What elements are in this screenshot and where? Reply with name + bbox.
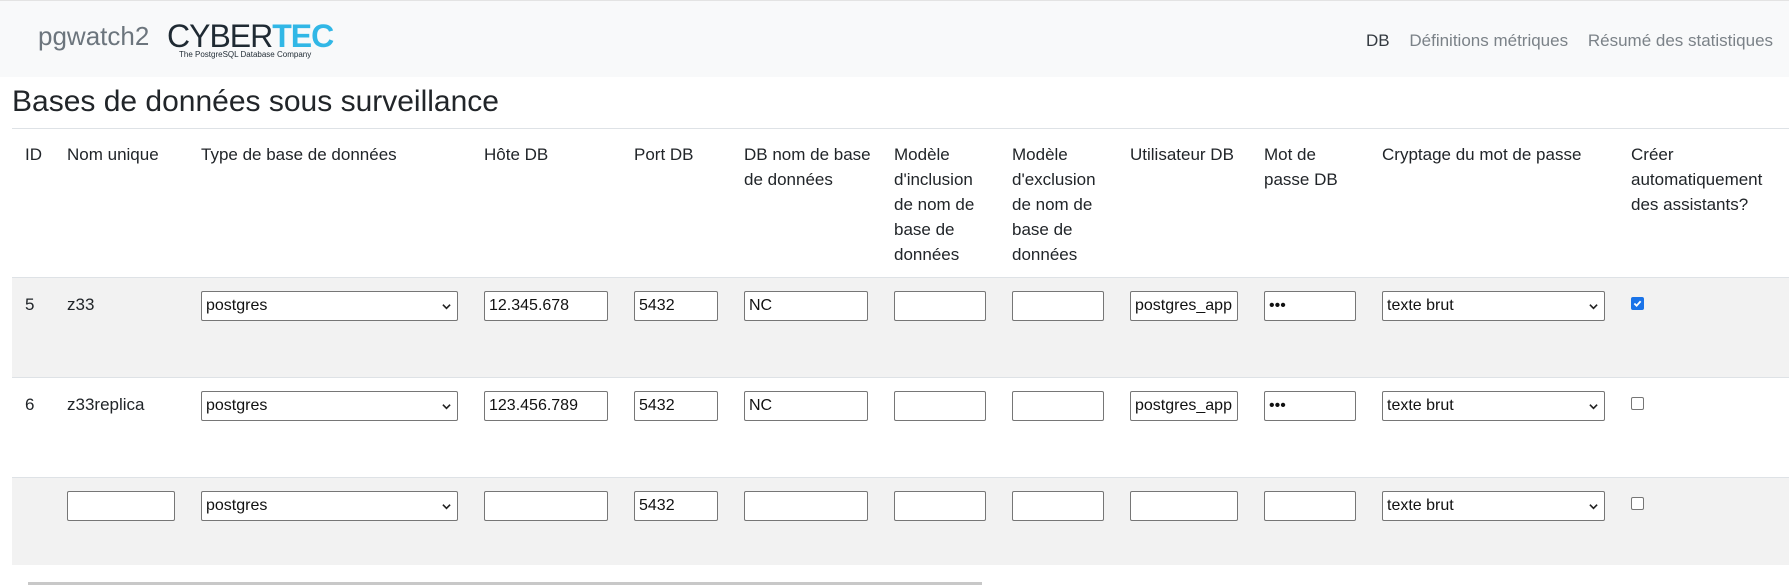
exclude-pattern-input[interactable] <box>1012 391 1104 421</box>
exclude-pattern-input[interactable] <box>1012 291 1104 321</box>
port-input[interactable]: 5432 <box>634 391 718 421</box>
encryption-select[interactable]: texte brut <box>1382 291 1605 321</box>
page-title: Bases de données sous surveillance <box>12 85 499 118</box>
new-autocreate-checkbox[interactable] <box>1631 497 1644 510</box>
new-db-type-select[interactable]: postgres <box>201 491 458 521</box>
password-input[interactable]: ••• <box>1264 291 1356 321</box>
header-dbname: DB nom de base de données <box>744 145 871 189</box>
nav-link-db[interactable]: DB <box>1366 31 1390 50</box>
title-divider <box>12 128 1789 129</box>
encryption-select[interactable]: texte brut <box>1382 391 1605 421</box>
nav-links: DB Définitions métriques Résumé des stat… <box>1366 31 1789 51</box>
nav-link-metric-definitions[interactable]: Définitions métriques <box>1409 31 1568 50</box>
new-host-input[interactable] <box>484 491 608 521</box>
row-unique-name: z33replica <box>67 395 145 414</box>
header-unique-name: Nom unique <box>67 145 159 164</box>
new-unique-name-input[interactable] <box>67 491 175 521</box>
chevron-down-icon <box>1589 504 1598 510</box>
user-input[interactable]: postgres_app <box>1130 391 1238 421</box>
autocreate-checkbox[interactable] <box>1631 297 1644 310</box>
row-id: 6 <box>25 395 35 414</box>
navbar: pgwatch2 CYBERTEC The PostgreSQL Databas… <box>0 0 1789 77</box>
db-type-select[interactable]: postgres <box>201 391 458 421</box>
new-encryption-select[interactable]: texte brut <box>1382 491 1605 521</box>
nav-link-stats-summary[interactable]: Résumé des statistiques <box>1588 31 1773 50</box>
row-id: 5 <box>25 295 35 314</box>
header-user: Utilisateur DB <box>1130 145 1234 164</box>
new-password-input[interactable] <box>1264 491 1356 521</box>
cybertec-logo: CYBERTEC The PostgreSQL Database Company <box>167 18 334 59</box>
header-encryption: Cryptage du mot de passe <box>1382 145 1582 164</box>
chevron-down-icon <box>442 504 451 510</box>
port-input[interactable]: 5432 <box>634 291 718 321</box>
new-exclude-pattern-input[interactable] <box>1012 491 1104 521</box>
password-input[interactable]: ••• <box>1264 391 1356 421</box>
header-exclude-pattern: Modèle d'exclusion de nom de base de don… <box>1012 145 1096 264</box>
brand-name[interactable]: pgwatch2 <box>38 21 149 52</box>
db-type-select[interactable]: postgres <box>201 291 458 321</box>
header-id: ID <box>25 145 42 164</box>
header-host: Hôte DB <box>484 145 549 164</box>
include-pattern-input[interactable] <box>894 291 986 321</box>
host-input[interactable]: 123.456.789 <box>484 391 608 421</box>
include-pattern-input[interactable] <box>894 391 986 421</box>
check-icon <box>1633 300 1642 308</box>
header-db-type: Type de base de données <box>201 145 397 164</box>
user-input[interactable]: postgres_app <box>1130 291 1238 321</box>
autocreate-checkbox[interactable] <box>1631 397 1644 410</box>
new-include-pattern-input[interactable] <box>894 491 986 521</box>
chevron-down-icon <box>442 404 451 410</box>
dbname-input[interactable]: NC <box>744 291 868 321</box>
dbname-input[interactable]: NC <box>744 391 868 421</box>
chevron-down-icon <box>1589 404 1598 410</box>
row-unique-name: z33 <box>67 295 95 314</box>
host-input[interactable]: 12.345.678 <box>484 291 608 321</box>
header-password: Mot de passe DB <box>1264 145 1338 189</box>
header-include-pattern: Modèle d'inclusion de nom de base de don… <box>894 145 975 264</box>
new-user-input[interactable] <box>1130 491 1238 521</box>
chevron-down-icon <box>1589 304 1598 310</box>
new-port-input[interactable]: 5432 <box>634 491 718 521</box>
header-port: Port DB <box>634 145 694 164</box>
chevron-down-icon <box>442 304 451 310</box>
new-dbname-input[interactable] <box>744 491 868 521</box>
header-autocreate: Créer automatiquement des assistants? <box>1631 145 1763 214</box>
